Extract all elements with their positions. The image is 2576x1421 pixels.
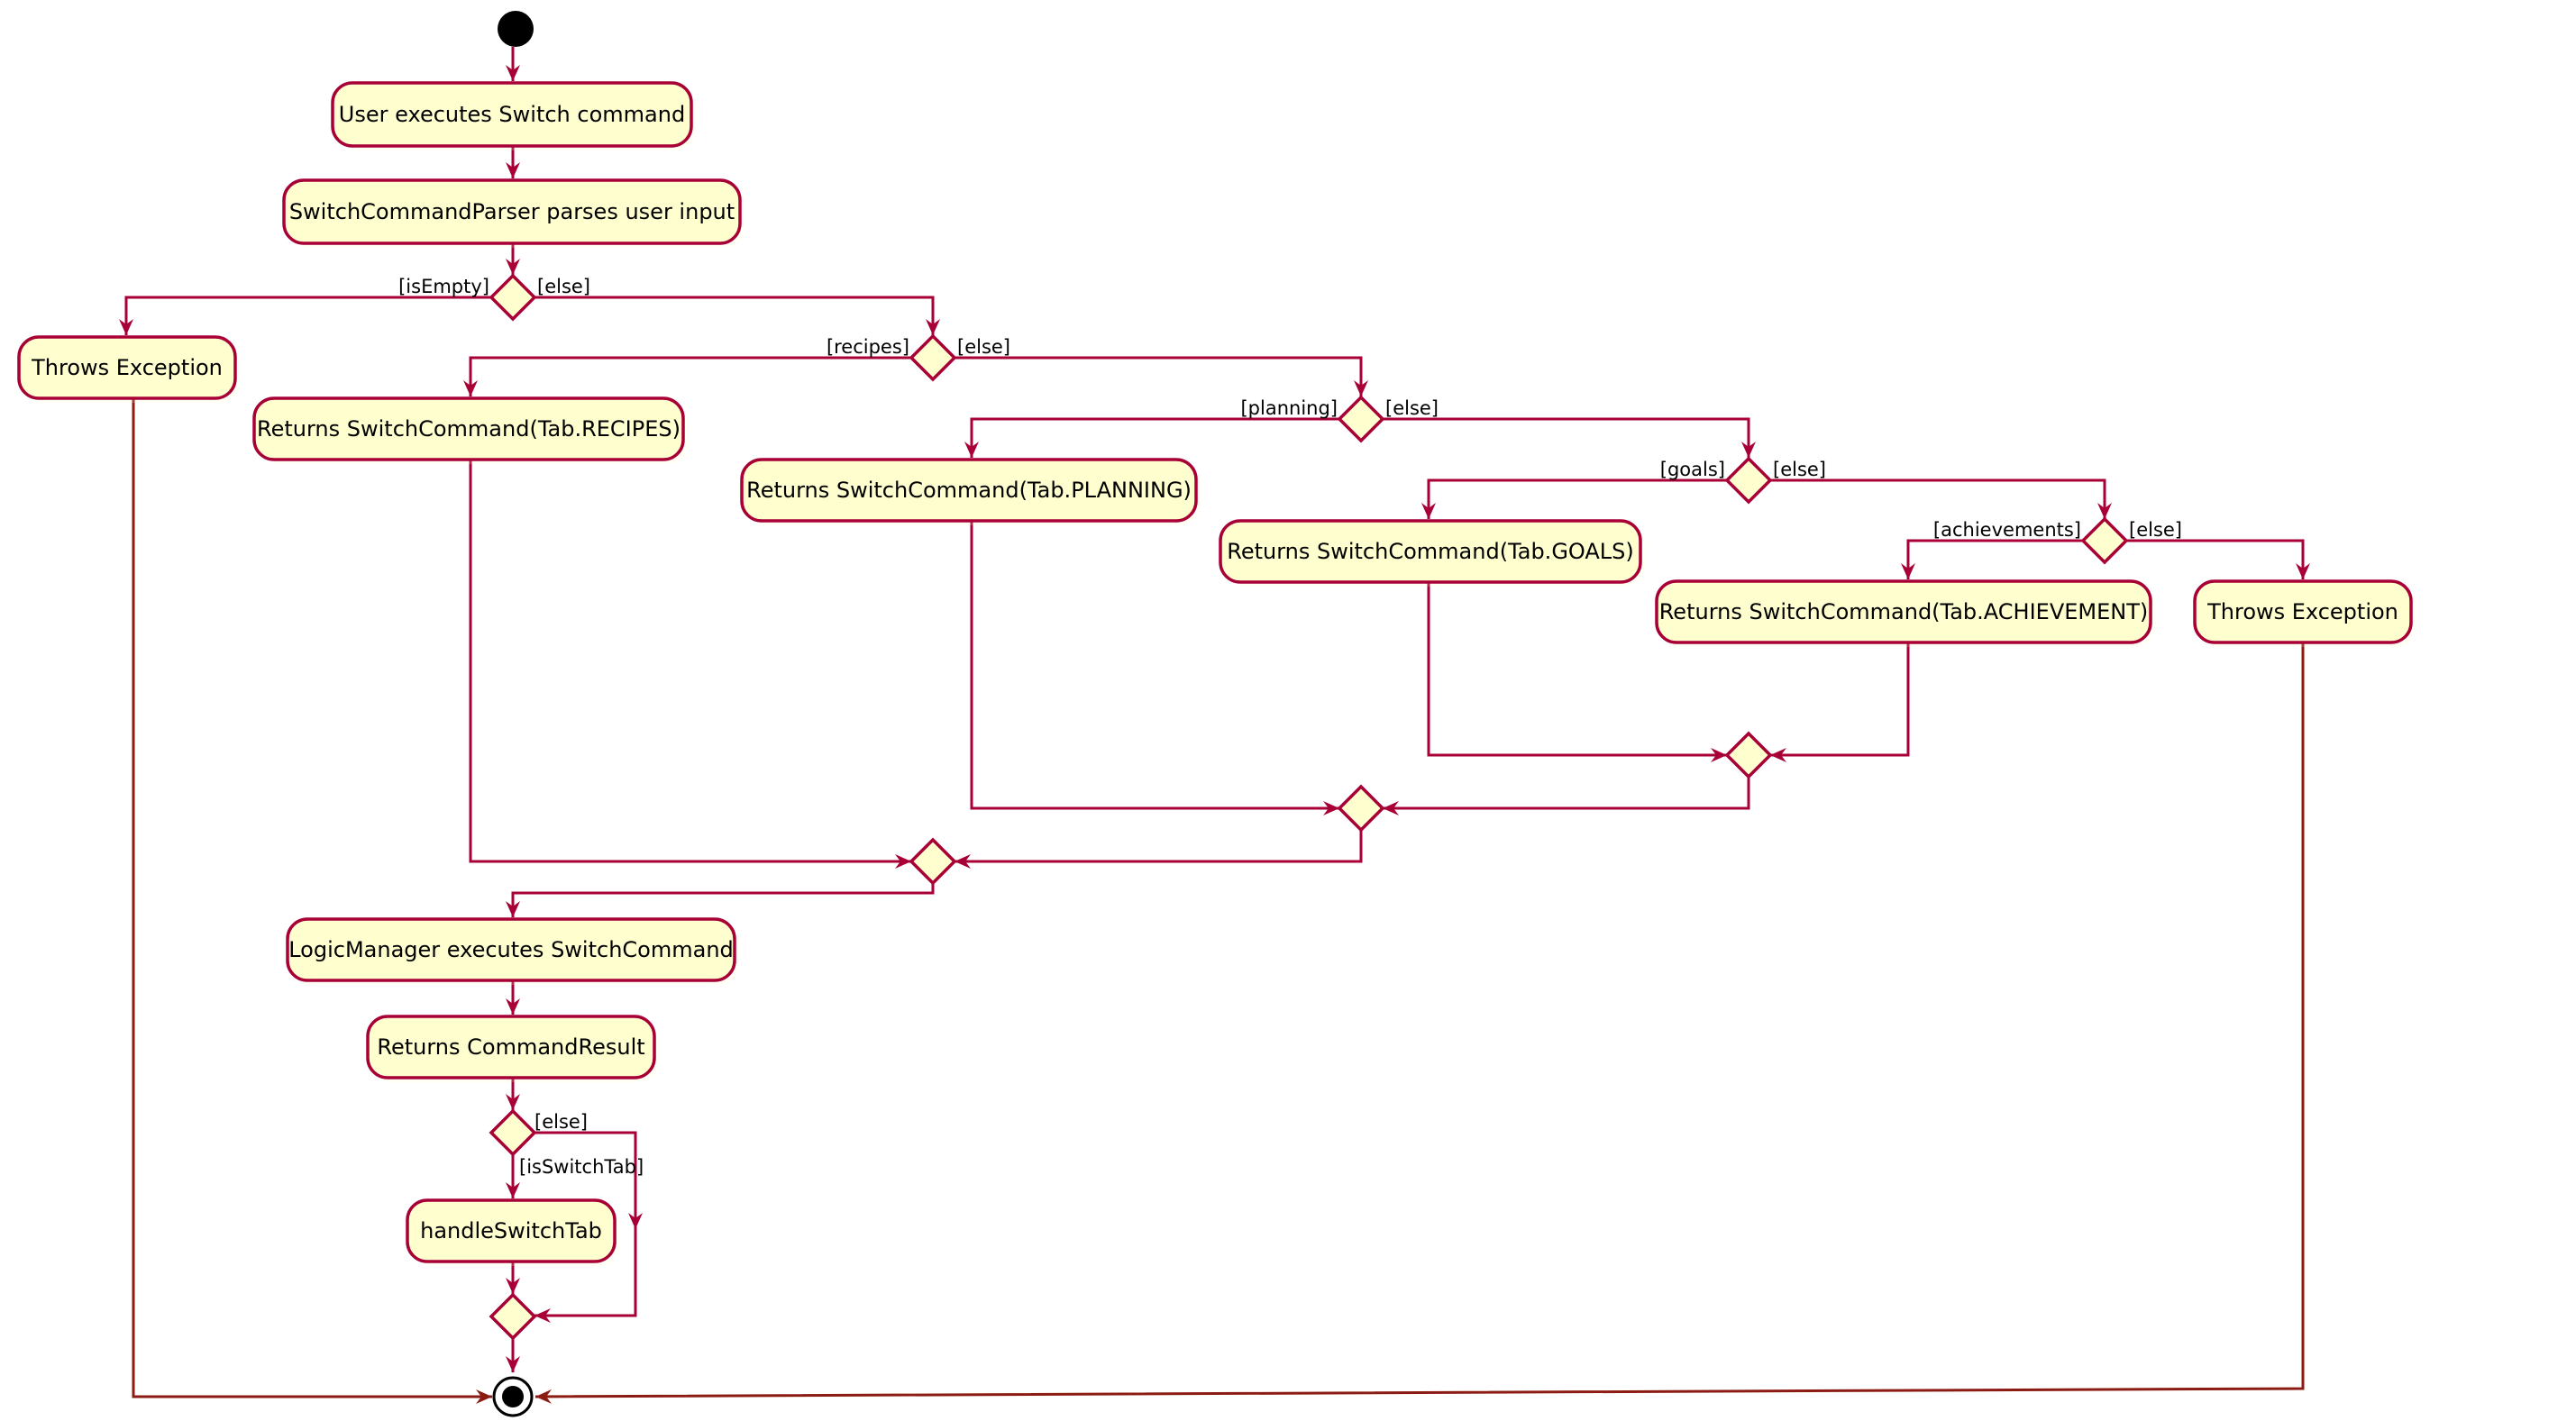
action-label: Returns SwitchCommand(Tab.GOALS) <box>1227 539 1634 564</box>
action-user-executes: User executes Switch command <box>331 81 696 150</box>
edge-else-5 <box>2126 539 2310 579</box>
decision-isswitchtab <box>489 1108 537 1157</box>
action-logic-executes: LogicManager executes SwitchCommand <box>286 917 739 985</box>
action-returns-goals: Returns SwitchCommand(Tab.GOALS) <box>1219 519 1645 587</box>
action-label: Returns SwitchCommand(Tab.PLANNING) <box>746 478 1192 503</box>
decision-goals <box>1724 456 1773 505</box>
edge-merge4-to-merge3 <box>1383 777 1750 815</box>
merge-switchtab <box>489 1292 537 1341</box>
activity-diagram: [isEmpty] [else] [recipes] [else] [plann… <box>17 11 2416 1417</box>
edge-else-4 <box>1770 478 2112 519</box>
action-label: Returns SwitchCommand(Tab.ACHIEVEMENT) <box>1659 599 2149 624</box>
action-label: SwitchCommandParser parses user input <box>289 199 735 224</box>
guard-isswitchtab: [isSwitchTab] <box>519 1156 644 1178</box>
guard-goals: [goals] <box>1660 459 1725 480</box>
guard-planning: [planning] <box>1240 397 1338 419</box>
edge-else-1 <box>534 296 940 335</box>
decision-recipes <box>909 333 957 382</box>
edge-else-2 <box>955 356 1368 396</box>
end-node <box>492 1376 534 1417</box>
edge-exception2-to-end <box>534 640 2305 1404</box>
action-label: handleSwitchTab <box>420 1218 602 1243</box>
action-returns-recipes: Returns SwitchCommand(Tab.RECIPES) <box>252 396 688 464</box>
decision-planning <box>1337 395 1385 443</box>
decision-achievements <box>2080 516 2129 565</box>
edge-else-3 <box>1383 417 1756 458</box>
merge-recipes <box>909 837 957 886</box>
guard-else-1: [else] <box>537 276 590 297</box>
merge-goals-achievement <box>1724 731 1773 779</box>
action-returns-result: Returns CommandResult <box>366 1015 659 1082</box>
action-label: User executes Switch command <box>339 102 685 127</box>
action-label: Throws Exception <box>2206 599 2398 624</box>
guard-else-2: [else] <box>957 336 1010 358</box>
action-label: Returns CommandResult <box>377 1034 644 1060</box>
guard-else-5: [else] <box>2129 519 2182 541</box>
guard-else-4: [else] <box>1773 459 1826 480</box>
guard-isempty: [isEmpty] <box>398 276 489 297</box>
start-node <box>498 11 534 47</box>
guard-recipes: [recipes] <box>827 336 909 358</box>
action-label: Throws Exception <box>31 355 223 380</box>
guard-else-3: [else] <box>1385 397 1439 419</box>
action-throws-exception-2: Throws Exception <box>2193 579 2416 647</box>
edge-merge2-to-logic <box>506 883 935 917</box>
edge-recipes <box>463 356 911 396</box>
action-returns-planning: Returns SwitchCommand(Tab.PLANNING) <box>740 458 1201 525</box>
edge-merge3-to-merge2 <box>955 830 1363 869</box>
edge-planning <box>964 417 1339 458</box>
action-label: Returns SwitchCommand(Tab.RECIPES) <box>257 416 681 442</box>
edge-goals <box>1421 478 1727 519</box>
action-throws-exception-1: Throws Exception <box>17 335 240 403</box>
edge-isempty <box>119 296 491 335</box>
guard-achievements: [achievements] <box>1933 519 2081 541</box>
edge-achievement-to-merge <box>1770 640 1910 762</box>
edges <box>119 47 2310 1404</box>
action-parser-parses: SwitchCommandParser parses user input <box>282 178 744 248</box>
edge-achievements <box>1901 539 2083 579</box>
action-label: LogicManager executes SwitchCommand <box>288 937 734 962</box>
action-handle-switch-tab: handleSwitchTab <box>406 1198 619 1266</box>
merge-planning <box>1337 784 1385 833</box>
guard-else-6: [else] <box>534 1111 588 1133</box>
action-returns-achievement: Returns SwitchCommand(Tab.ACHIEVEMENT) <box>1655 579 2155 647</box>
decision-isempty <box>489 273 537 322</box>
